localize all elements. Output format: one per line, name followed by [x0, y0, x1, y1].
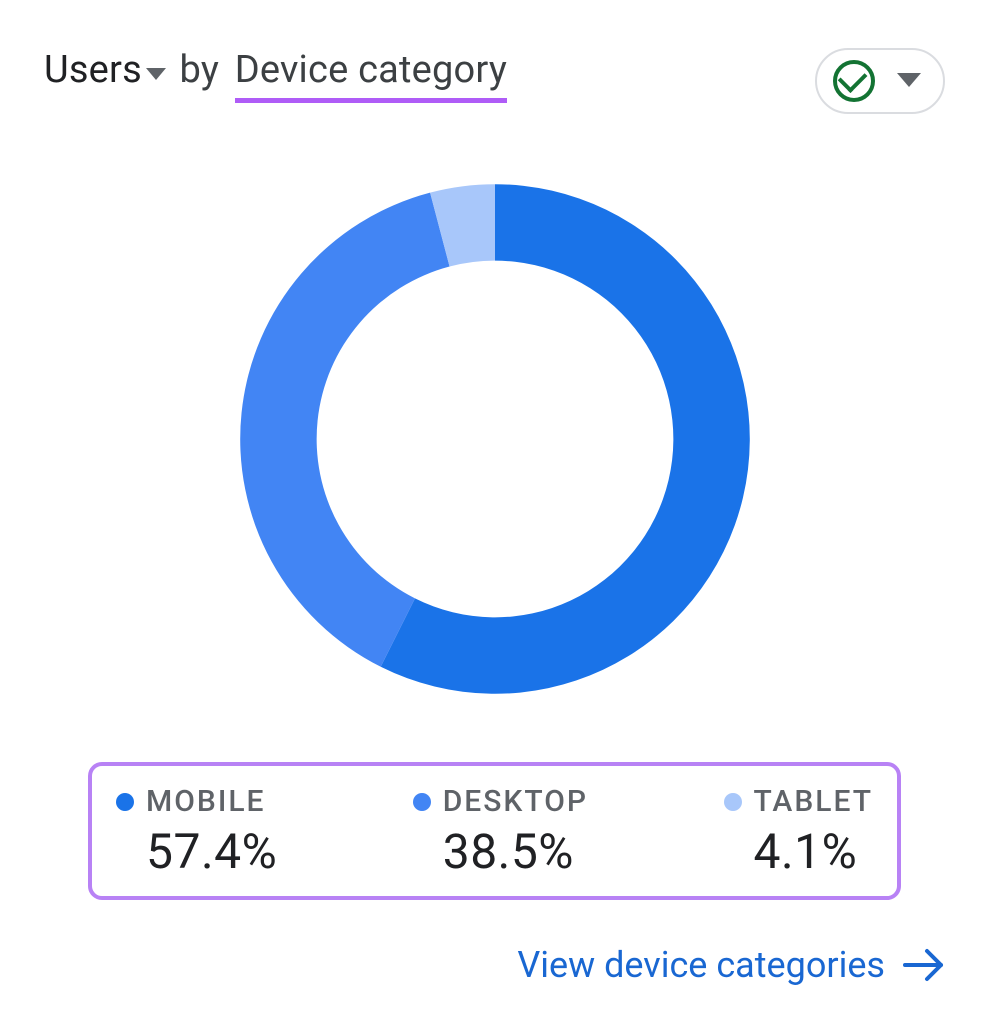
legend-item-mobile: MOBILE 57.4%	[116, 784, 277, 880]
card-title: Users by Device category	[44, 48, 507, 94]
metric-label: Users	[44, 48, 142, 94]
legend-bullet	[413, 793, 431, 811]
status-dropdown[interactable]	[815, 48, 945, 114]
legend-item-desktop: DESKTOP 38.5%	[413, 784, 588, 880]
metric-selector[interactable]: Users	[44, 48, 166, 94]
device-category-card: Users by Device category MOBILE	[0, 0, 989, 1026]
legend-label: DESKTOP	[443, 784, 588, 819]
legend-bullet	[724, 793, 742, 811]
legend-label: MOBILE	[146, 784, 266, 819]
caret-down-icon	[897, 73, 921, 89]
view-device-categories-link[interactable]: View device categories	[517, 944, 945, 986]
check-circle-icon	[833, 60, 875, 102]
legend: MOBILE 57.4% DESKTOP 38.5% TABLET 4.1%	[88, 762, 901, 900]
by-label: by	[180, 48, 220, 92]
legend-value: 38.5%	[413, 823, 588, 880]
caret-down-icon	[146, 48, 166, 94]
donut-svg	[235, 179, 755, 699]
donut-chart	[44, 134, 945, 744]
legend-item-tablet: TABLET 4.1%	[724, 784, 873, 880]
legend-label: TABLET	[754, 784, 873, 819]
arrow-right-icon	[903, 948, 945, 982]
donut-slice	[240, 193, 449, 667]
legend-value: 4.1%	[724, 823, 873, 880]
card-header: Users by Device category	[44, 48, 945, 114]
legend-bullet	[116, 793, 134, 811]
footer-link-label: View device categories	[517, 944, 885, 986]
legend-value: 57.4%	[116, 823, 277, 880]
dimension-label: Device category	[235, 48, 507, 103]
